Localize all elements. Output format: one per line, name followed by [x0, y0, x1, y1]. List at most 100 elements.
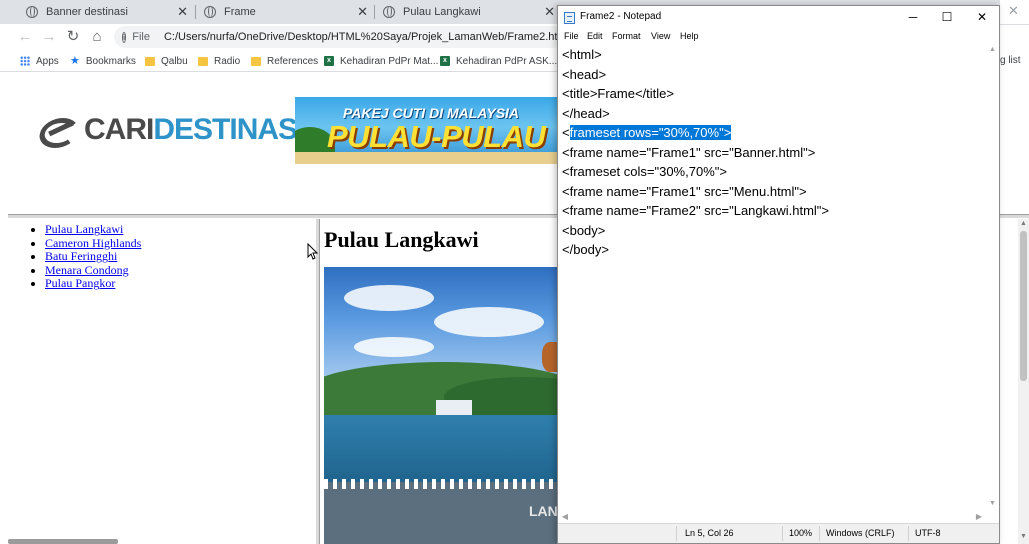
divider [1000, 24, 1029, 25]
menu-file[interactable]: File [564, 31, 579, 41]
link-batu-feringghi[interactable]: Batu Feringghi [45, 249, 117, 263]
status-separator [819, 526, 820, 541]
notepad-vertical-scrollbar[interactable]: ▲ ▼ [986, 45, 999, 510]
bookmark-apps[interactable]: Apps [20, 54, 59, 68]
bookmark-bookmarks[interactable]: ★ Bookmarks [70, 54, 136, 68]
excel-icon: x [440, 56, 450, 66]
globe-icon [26, 6, 38, 18]
close-icon[interactable]: ✕ [177, 4, 188, 20]
bookmark-kehadiran-mat[interactable]: x Kehadiran PdPr Mat... [324, 54, 438, 68]
bookmark-kehadiran-ask[interactable]: x Kehadiran PdPr ASK... [440, 54, 557, 68]
code-line: <title>Frame</title> [562, 86, 674, 101]
notepad-status-bar: Ln 5, Col 26 100% Windows (CRLF) UTF-8 [558, 523, 999, 543]
scroll-down-arrow-icon[interactable]: ▼ [988, 499, 997, 509]
horizontal-scrollbar-thumb[interactable] [8, 539, 118, 544]
langkawi-photo: LANG [324, 267, 560, 544]
close-button[interactable]: ✕ [965, 6, 999, 29]
folder-icon [198, 56, 208, 66]
back-button[interactable]: ← [16, 28, 34, 46]
code-line: <frame name="Frame1" src="Banner.html"> [562, 144, 816, 160]
site-logo: CARI DESTINASI [38, 113, 305, 147]
window-title: Frame2 - Notepad [580, 11, 662, 22]
folder-icon [145, 56, 155, 66]
photo-railing [324, 479, 560, 489]
maximize-button[interactable]: ☐ [930, 6, 964, 29]
code-line: <body> [562, 222, 606, 238]
menu-view[interactable]: View [651, 31, 670, 41]
scroll-right-arrow-icon[interactable]: ▶ [974, 511, 984, 522]
globe-icon [383, 6, 395, 18]
menu-frame: Pulau Langkawi Cameron Highlands Batu Fe… [8, 219, 316, 544]
reload-button[interactable]: ↻ [64, 28, 82, 46]
link-menara-condong[interactable]: Menara Condong [45, 263, 129, 277]
star-icon: ★ [70, 55, 80, 67]
tab-pulau-langkawi[interactable]: Pulau Langkawi ✕ [375, 0, 557, 24]
ad-title: PULAU-PULAU [327, 119, 546, 154]
close-icon[interactable]: ✕ [1008, 3, 1019, 19]
scroll-left-arrow-icon[interactable]: ◀ [560, 511, 570, 522]
cursor-position: Ln 5, Col 26 [685, 528, 734, 538]
list-item: Pulau Langkawi [45, 222, 141, 237]
destination-list: Pulau Langkawi Cameron Highlands Batu Fe… [45, 222, 141, 291]
link-pulau-langkawi[interactable]: Pulau Langkawi [45, 222, 123, 236]
tab-frame[interactable]: Frame ✕ [196, 0, 374, 24]
scroll-up-arrow-icon[interactable]: ▲ [1019, 219, 1028, 229]
url-text: C:/Users/nurfa/OneDrive/Desktop/HTML%20S… [163, 31, 570, 43]
link-pulau-pangkor[interactable]: Pulau Pangkor [45, 276, 115, 291]
code-line: <frame name="Frame1" src="Menu.html"> [562, 183, 807, 199]
folder-icon [251, 56, 261, 66]
page-vertical-scrollbar[interactable]: ▲ ▼ [1018, 219, 1029, 544]
status-separator [676, 526, 677, 541]
address-bar[interactable]: i File C:/Users/nurfa/OneDrive/Desktop/H… [114, 26, 569, 48]
list-item: Menara Condong [45, 263, 141, 278]
photo-sign-text: LANG [529, 503, 560, 519]
scroll-up-arrow-icon[interactable]: ▲ [988, 45, 997, 55]
logo-mark-icon [38, 116, 78, 144]
code-line: <html> [562, 47, 602, 62]
close-icon[interactable]: ✕ [357, 4, 368, 20]
notepad-menu-bar: File Edit Format View Help [558, 29, 999, 45]
encoding: UTF-8 [915, 528, 941, 538]
menu-format[interactable]: Format [612, 31, 641, 41]
tab-banner-destinasi[interactable]: Banner destinasi ✕ [8, 0, 194, 24]
scroll-down-arrow-icon[interactable]: ▼ [1019, 532, 1028, 542]
bookmark-overflow-label: g list [1000, 55, 1021, 66]
info-icon[interactable]: i [122, 31, 127, 43]
status-separator [782, 526, 783, 541]
apps-grid-icon [20, 56, 30, 66]
notepad-app-icon [564, 12, 575, 24]
logo-text-cari: CARI [84, 113, 154, 146]
menu-help[interactable]: Help [680, 31, 699, 41]
line-ending: Windows (CRLF) [826, 528, 895, 538]
code-prefix: < [562, 125, 570, 140]
close-icon[interactable]: ✕ [544, 4, 555, 20]
notepad-text-area[interactable]: <html> <head> <title>Frame</title> </hea… [558, 45, 986, 510]
zoom-level: 100% [789, 528, 813, 538]
code-line-selected: <frameset rows="30%,70%"> [562, 123, 732, 142]
status-separator [908, 526, 909, 541]
screen: Banner destinasi ✕ Frame ✕ Pulau Langkaw… [0, 0, 1029, 544]
notepad-title-bar[interactable]: Frame2 - Notepad ─ ☐ ✕ [558, 6, 999, 29]
bookmark-radio[interactable]: Radio [198, 54, 240, 68]
minimize-button[interactable]: ─ [896, 6, 930, 29]
bookmark-qalbu[interactable]: Qalbu [145, 54, 188, 68]
excel-icon: x [324, 56, 334, 66]
background-window-edge: ✕ g list [1000, 0, 1029, 73]
code-line: </body> [562, 242, 609, 257]
list-item: Cameron Highlands [45, 236, 141, 251]
banner-ad-image: PAKEJ CUTI DI MALAYSIA PULAU-PULAU [295, 97, 567, 164]
home-button[interactable]: ⌂ [88, 28, 106, 46]
menu-edit[interactable]: Edit [587, 31, 603, 41]
globe-icon [204, 6, 216, 18]
bookmark-references[interactable]: References [251, 54, 318, 68]
notepad-window: Frame2 - Notepad ─ ☐ ✕ File Edit Format … [557, 5, 1000, 544]
bookmark-label: Qalbu [161, 55, 188, 67]
forward-button[interactable]: → [40, 28, 58, 46]
notepad-horizontal-scrollbar[interactable]: ◀ ▶ [558, 510, 999, 523]
tab-title: Frame [224, 6, 256, 18]
bookmark-label: Kehadiran PdPr Mat... [340, 55, 439, 67]
list-item: Batu Feringghi [45, 249, 141, 264]
scrollbar-thumb[interactable] [1020, 231, 1027, 381]
photo-cloud [434, 307, 544, 337]
link-cameron-highlands[interactable]: Cameron Highlands [45, 236, 141, 250]
